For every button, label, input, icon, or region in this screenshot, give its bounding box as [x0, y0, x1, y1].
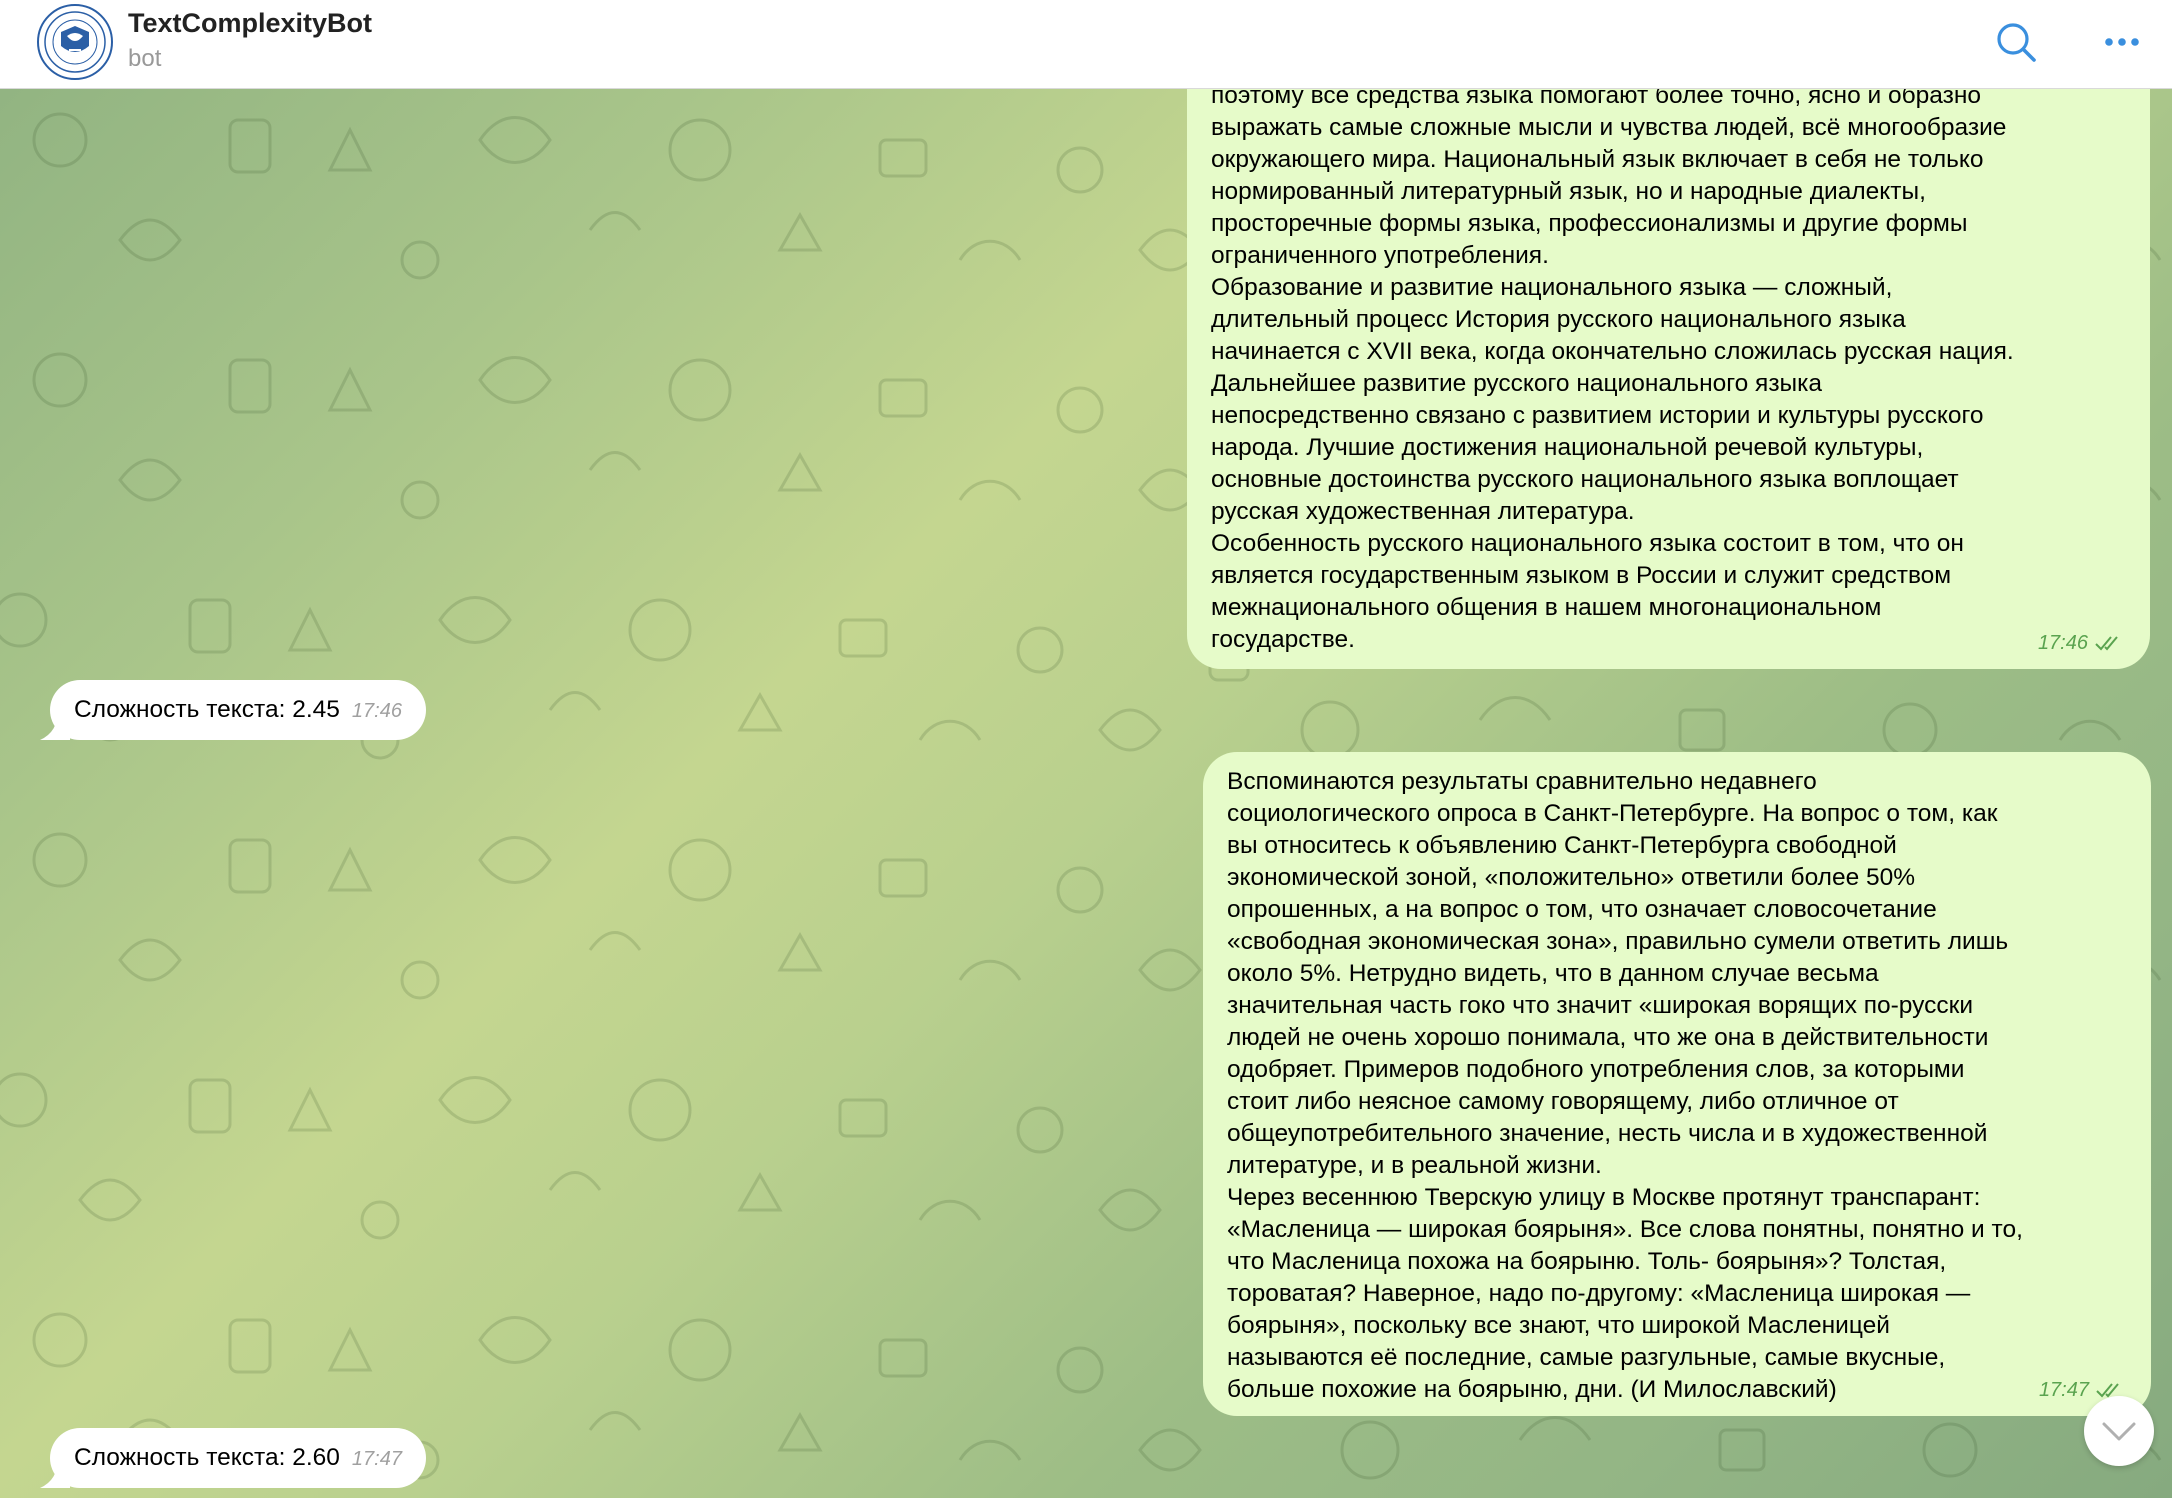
university-logo-icon: [44, 11, 106, 73]
message-time: 17:47: [2038, 1379, 2089, 1401]
chat-status: bot: [128, 45, 162, 72]
message-meta: 17:46: [2038, 627, 2124, 659]
message-time: 17:47: [351, 1448, 402, 1470]
message-text: поэтому все средства языка помогают боле…: [1211, 82, 2014, 653]
chevron-down-icon: [2102, 1422, 2136, 1441]
double-check-icon: [2095, 636, 2118, 651]
message-text: Сложность текста: 2.45: [74, 696, 340, 723]
message-time: 17:46: [2037, 632, 2088, 654]
message-time: 17:46: [351, 700, 402, 722]
incoming-message[interactable]: Сложность текста: 2.60 17:47: [50, 1428, 426, 1488]
scroll-to-bottom-button[interactable]: [2084, 1396, 2154, 1466]
outgoing-message[interactable]: поэтому все средства языка помогают боле…: [1187, 54, 2150, 669]
chat-title[interactable]: TextComplexityBot: [128, 8, 372, 39]
message-text: Сложность текста: 2.60: [74, 1444, 340, 1471]
more-options-button[interactable]: [2092, 12, 2152, 72]
more-icon: [2105, 38, 2139, 46]
outgoing-message[interactable]: Вспоминаются результаты сравнительно нед…: [1203, 752, 2151, 1416]
search-icon: [1997, 23, 2036, 62]
search-button[interactable]: [1986, 12, 2046, 72]
chat-window: TextComplexityBot bot поэтому все средст…: [0, 0, 2172, 1498]
incoming-message[interactable]: Сложность текста: 2.45 17:46: [50, 680, 426, 740]
message-text: Вспоминаются результаты сравнительно нед…: [1227, 768, 2023, 1403]
chat-header: TextComplexityBot bot: [0, 0, 2172, 89]
avatar[interactable]: [37, 4, 113, 80]
